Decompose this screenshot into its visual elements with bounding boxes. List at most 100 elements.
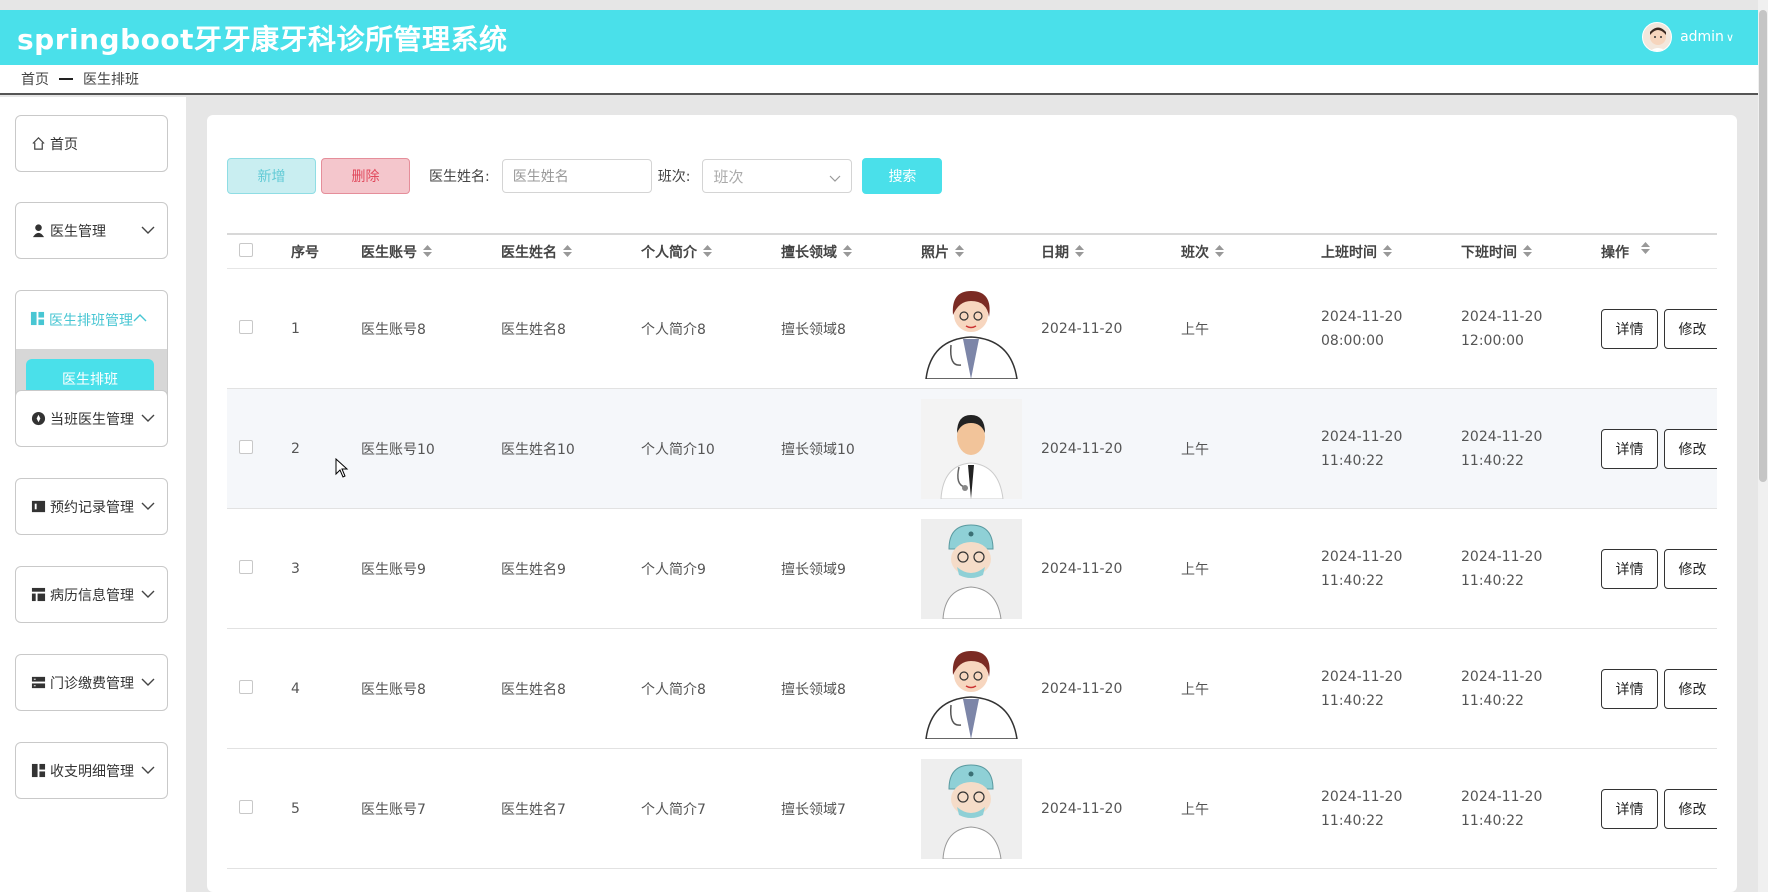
column-header[interactable]: 照片	[921, 242, 1041, 262]
grid-icon	[30, 311, 45, 330]
column-header[interactable]: 班次	[1181, 242, 1321, 262]
doctor-name-input[interactable]: 医生姓名	[501, 159, 652, 193]
chevron-down-icon[interactable]	[141, 223, 155, 241]
table-row[interactable]: 2 医生账号10 医生姓名10 个人简介10 擅长领域10 2024-11-20…	[227, 389, 1717, 509]
sidebar-item-on-duty-doctor[interactable]: 当班医生管理	[15, 390, 168, 447]
row-checkbox[interactable]	[239, 319, 253, 334]
cell-shift: 上午	[1181, 801, 1209, 818]
cell-off-time: 2024-11-20 11:40:22	[1461, 548, 1543, 589]
grid-icon	[30, 763, 46, 779]
doctor-photo[interactable]	[921, 758, 1041, 859]
table-row[interactable]: 3 医生账号9 医生姓名9 个人简介9 擅长领域9 2024-11-20 上午 …	[227, 509, 1717, 629]
sort-icon[interactable]	[1383, 244, 1392, 261]
delete-button[interactable]: 删除	[321, 158, 410, 194]
cell-name: 医生姓名10	[501, 441, 575, 458]
doctor-name-label: 医生姓名:	[429, 169, 490, 185]
sort-icon[interactable]	[843, 244, 852, 261]
column-header[interactable]: 医生账号	[361, 242, 501, 262]
edit-button[interactable]: 修改	[1664, 548, 1717, 589]
sort-icon[interactable]	[423, 244, 432, 261]
detail-button[interactable]: 详情	[1601, 548, 1658, 589]
chevron-down-icon[interactable]	[141, 499, 155, 517]
detail-button[interactable]: 详情	[1601, 668, 1658, 709]
sort-icon[interactable]	[703, 244, 712, 261]
cell-name: 医生姓名9	[501, 561, 566, 578]
sort-icon[interactable]	[1523, 244, 1532, 261]
doctor-photo[interactable]	[921, 518, 1041, 619]
chevron-down-icon[interactable]	[141, 763, 155, 781]
table-row[interactable]: 1 医生账号8 医生姓名8 个人简介8 擅长领域8 2024-11-20 上午	[227, 269, 1717, 389]
sidebar-item-label: 当班医生管理	[50, 411, 134, 428]
cell-on-time: 2024-11-20 11:40:22	[1321, 668, 1403, 709]
sidebar-item-home[interactable]: 首页	[15, 115, 168, 172]
chevron-down-icon[interactable]	[141, 411, 155, 429]
doctor-photo[interactable]	[921, 398, 1041, 499]
select-all-checkbox[interactable]	[239, 242, 253, 257]
sort-icon[interactable]	[1215, 244, 1224, 261]
chevron-down-icon[interactable]	[141, 587, 155, 605]
column-header[interactable]: 个人简介	[641, 242, 781, 262]
column-header[interactable]: 医生姓名	[501, 242, 641, 262]
sort-icon[interactable]	[955, 244, 964, 261]
edit-button[interactable]: 修改	[1664, 428, 1717, 469]
chevron-down-icon[interactable]: ∨	[1726, 31, 1734, 44]
chevron-down-icon[interactable]	[141, 675, 155, 693]
detail-button[interactable]: 详情	[1601, 788, 1658, 829]
doctor-photo[interactable]	[921, 278, 1041, 379]
cell-on-time: 2024-11-20 11:40:22	[1321, 428, 1403, 469]
scrollbar[interactable]	[1758, 0, 1768, 892]
cell-no: 1	[291, 320, 300, 337]
avatar[interactable]	[1642, 22, 1673, 52]
sidebar-item-outpatient-payment[interactable]: 门诊缴费管理	[15, 654, 168, 711]
sidebar-item-schedule-management[interactable]: 医生排班管理	[16, 291, 167, 349]
column-header[interactable]: 下班时间	[1461, 242, 1601, 262]
search-button[interactable]: 搜索	[862, 158, 943, 194]
cell-date: 2024-11-20	[1041, 440, 1123, 457]
detail-button[interactable]: 详情	[1601, 428, 1658, 469]
breadcrumb-home[interactable]: 首页	[21, 69, 49, 89]
sidebar-item-appointment-records[interactable]: 预约记录管理	[15, 478, 168, 535]
table-row[interactable]: 4 医生账号8 医生姓名8 个人简介8 擅长领域8 2024-11-20 上午	[227, 629, 1717, 749]
cell-name: 医生姓名8	[501, 681, 566, 698]
username[interactable]: admin	[1680, 29, 1724, 45]
breadcrumb-separator	[59, 78, 73, 80]
doctor-photo[interactable]	[921, 638, 1041, 739]
sidebar-item-income-expense[interactable]: 收支明细管理	[15, 742, 168, 799]
cell-no: 4	[291, 680, 300, 697]
cell-intro: 个人简介8	[641, 681, 706, 698]
column-header[interactable]: 上班时间	[1321, 242, 1461, 262]
sidebar-item-medical-records[interactable]: 病历信息管理	[15, 566, 168, 623]
chevron-up-icon[interactable]	[133, 311, 147, 329]
cell-shift: 上午	[1181, 681, 1209, 698]
cell-intro: 个人简介7	[641, 801, 706, 818]
row-checkbox[interactable]	[239, 559, 253, 574]
column-header[interactable]: 操作	[1601, 241, 1717, 262]
server-icon	[30, 675, 46, 691]
shift-select[interactable]: 班次	[702, 159, 853, 193]
row-checkbox[interactable]	[239, 799, 253, 814]
row-checkbox[interactable]	[239, 679, 253, 694]
edit-button[interactable]: 修改	[1664, 308, 1717, 349]
column-header[interactable]: 日期	[1041, 242, 1181, 262]
row-checkbox[interactable]	[239, 439, 253, 454]
user-menu[interactable]: admin ∨	[1642, 22, 1734, 52]
cell-off-time: 2024-11-20 11:40:22	[1461, 428, 1543, 469]
cell-date: 2024-11-20	[1041, 560, 1123, 577]
scrollbar-thumb[interactable]	[1759, 10, 1767, 482]
add-button[interactable]: 新增	[227, 158, 316, 194]
column-header[interactable]: 序号	[291, 242, 361, 262]
cell-no: 3	[291, 560, 300, 577]
detail-button[interactable]: 详情	[1601, 308, 1658, 349]
sidebar-item-label: 医生管理	[50, 223, 106, 240]
sort-icon[interactable]	[563, 244, 572, 261]
sort-icon[interactable]	[1075, 244, 1084, 261]
cell-no: 5	[291, 800, 300, 817]
table-row[interactable]: 5 医生账号7 医生姓名7 个人简介7 擅长领域7 2024-11-20 上午 …	[227, 749, 1717, 869]
sort-icon[interactable]	[1641, 241, 1650, 262]
home-icon	[30, 136, 46, 152]
edit-button[interactable]: 修改	[1664, 788, 1717, 829]
sidebar-item-doctor-management[interactable]: 医生管理	[15, 202, 168, 259]
edit-button[interactable]: 修改	[1664, 668, 1717, 709]
cell-intro: 个人简介8	[641, 321, 706, 338]
column-header[interactable]: 擅长领域	[781, 242, 921, 262]
